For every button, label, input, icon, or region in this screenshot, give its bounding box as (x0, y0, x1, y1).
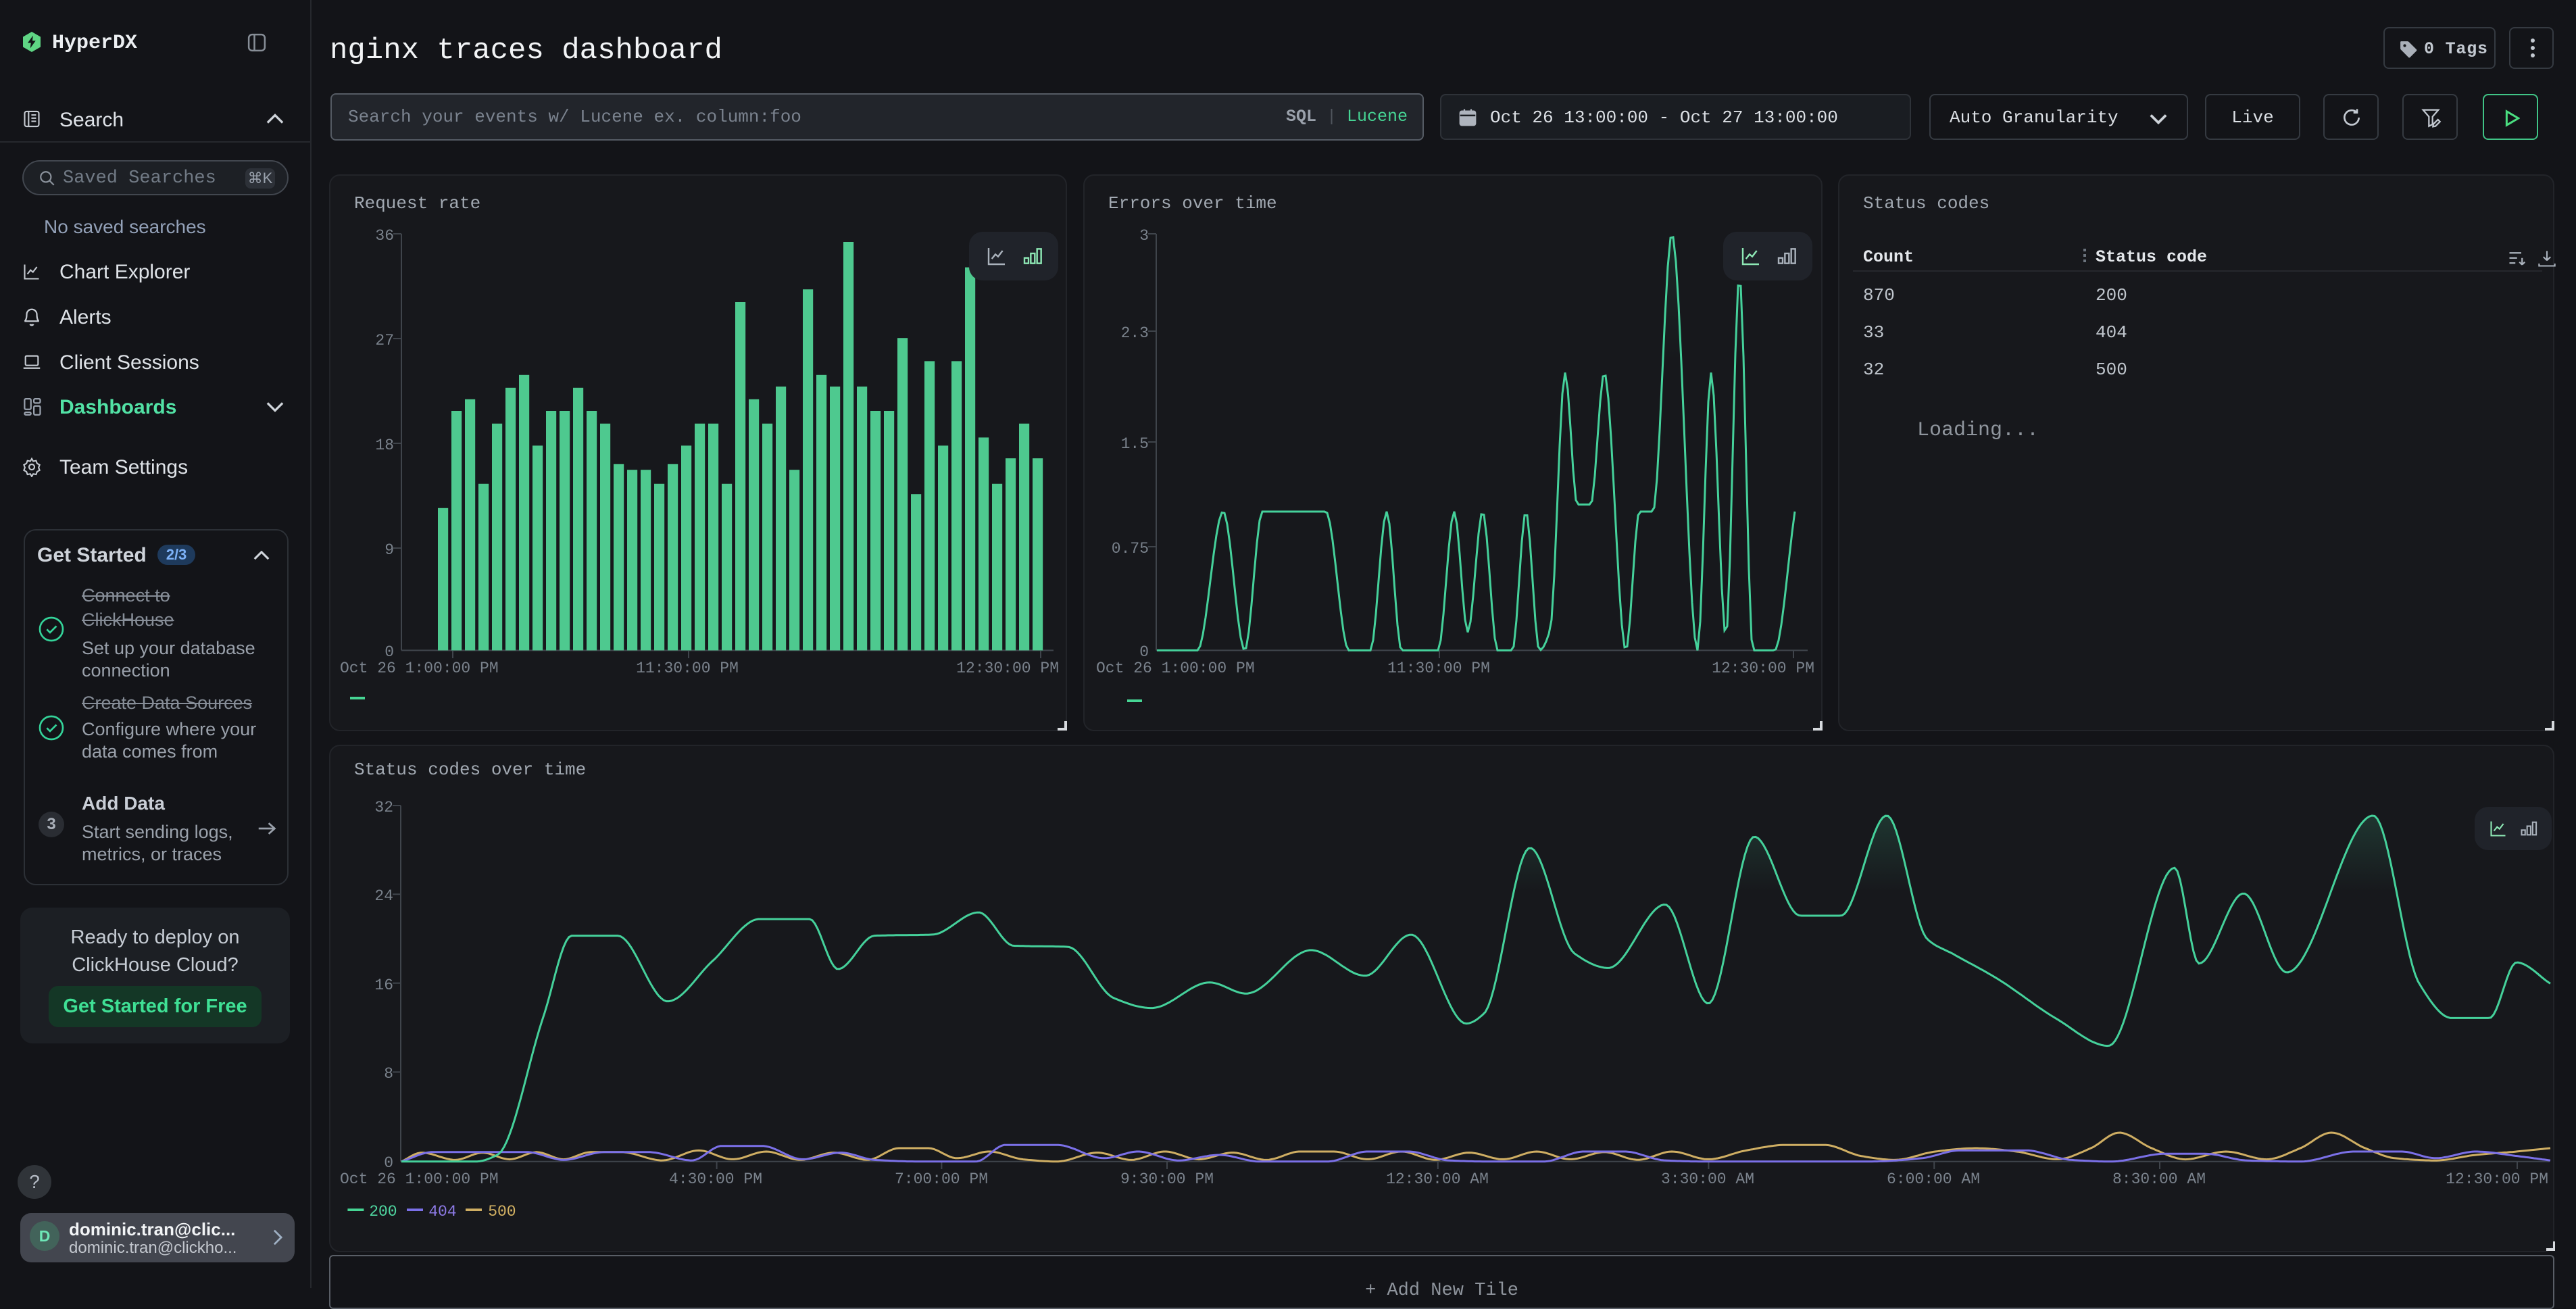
svg-text:1.5: 1.5 (1121, 435, 1149, 453)
svg-text:24: 24 (374, 887, 393, 905)
svg-text:Oct 26 1:00:00 PM: Oct 26 1:00:00 PM (340, 1170, 499, 1188)
svg-text:2.3: 2.3 (1121, 324, 1149, 342)
svg-text:4:30:00 PM: 4:30:00 PM (669, 1170, 762, 1188)
svg-text:32: 32 (374, 799, 393, 816)
svg-text:12:30:00 PM: 12:30:00 PM (2446, 1170, 2548, 1188)
svg-text:9: 9 (385, 541, 394, 559)
svg-text:0: 0 (1139, 643, 1149, 661)
svg-text:36: 36 (375, 227, 394, 245)
svg-text:16: 16 (374, 977, 393, 994)
svg-text:12:30:00 PM: 12:30:00 PM (1712, 660, 1814, 677)
svg-text:500: 500 (488, 1203, 516, 1220)
svg-text:Oct 26 1:00:00 PM: Oct 26 1:00:00 PM (1096, 660, 1255, 677)
svg-text:0: 0 (385, 643, 394, 661)
svg-text:8:30:00 AM: 8:30:00 AM (2112, 1170, 2206, 1188)
svg-text:27: 27 (375, 332, 394, 349)
svg-text:404: 404 (428, 1203, 456, 1220)
svg-text:11:30:00 PM: 11:30:00 PM (636, 660, 739, 677)
svg-text:3: 3 (1139, 227, 1149, 245)
svg-text:200: 200 (369, 1203, 397, 1220)
svg-text:9:30:00 PM: 9:30:00 PM (1120, 1170, 1214, 1188)
svg-text:0: 0 (384, 1154, 393, 1172)
svg-text:18: 18 (375, 437, 394, 454)
svg-text:3:30:00 AM: 3:30:00 AM (1661, 1170, 1754, 1188)
svg-text:6:00:00 AM: 6:00:00 AM (1887, 1170, 1980, 1188)
svg-text:11:30:00 PM: 11:30:00 PM (1387, 660, 1490, 677)
svg-text:12:30:00 PM: 12:30:00 PM (956, 660, 1059, 677)
svg-text:0.75: 0.75 (1112, 540, 1149, 558)
svg-text:Oct 26 1:00:00 PM: Oct 26 1:00:00 PM (340, 660, 499, 677)
svg-text:7:00:00 PM: 7:00:00 PM (895, 1170, 988, 1188)
svg-text:12:30:00 AM: 12:30:00 AM (1386, 1170, 1489, 1188)
svg-text:8: 8 (384, 1065, 393, 1083)
